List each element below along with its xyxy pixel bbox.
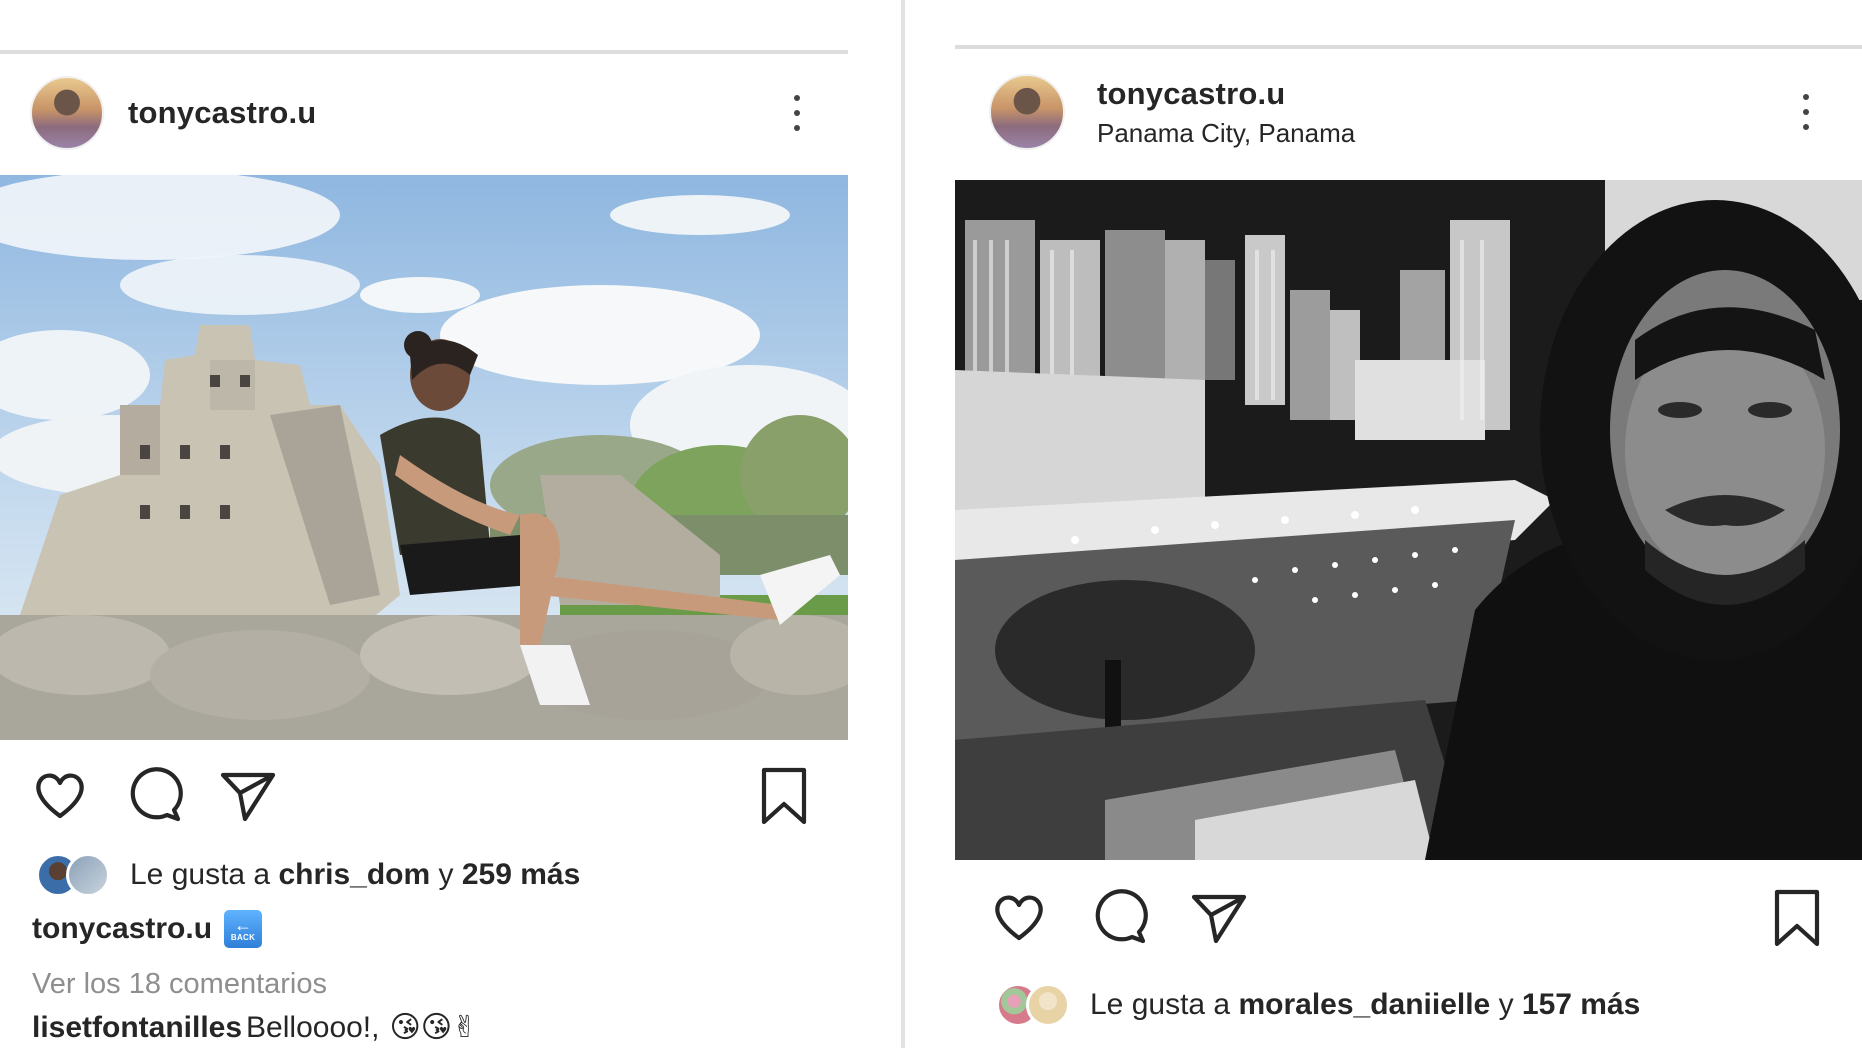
likes-prefix: Le gusta a bbox=[130, 858, 279, 891]
likes-prefix: Le gusta a bbox=[1090, 988, 1239, 1021]
post-username[interactable]: tonycastro.u bbox=[1097, 76, 1355, 112]
share-icon[interactable] bbox=[218, 766, 278, 826]
likes-more-count[interactable]: 157 más bbox=[1522, 988, 1640, 1021]
dot bbox=[794, 95, 800, 101]
liked-by-user[interactable]: morales_daniielle bbox=[1238, 988, 1490, 1021]
profile-avatar[interactable] bbox=[989, 74, 1065, 150]
post-card-left: tonycastro.u Le gusta a chris_dom y 259 … bbox=[0, 0, 848, 1048]
dot bbox=[794, 125, 800, 131]
profile-avatar[interactable] bbox=[30, 76, 104, 150]
post-location[interactable]: Panama City, Panama bbox=[1097, 118, 1355, 149]
liker-avatar bbox=[1026, 983, 1070, 1027]
more-options-icon[interactable] bbox=[1796, 90, 1816, 134]
likes-connector: y bbox=[1490, 988, 1522, 1021]
comment: lisetfontanilles Belloooo!, 😘😘✌ bbox=[32, 1010, 477, 1045]
view-comments-link[interactable]: Ver los 18 comentarios bbox=[32, 968, 327, 1001]
likes-text: Le gusta a chris_dom y 259 más bbox=[130, 858, 580, 892]
post-photo[interactable] bbox=[0, 175, 848, 740]
dot bbox=[1803, 109, 1809, 115]
comment-emoji: 😘😘✌ bbox=[389, 1010, 478, 1045]
bookmark-icon[interactable] bbox=[1767, 888, 1827, 948]
action-bar bbox=[955, 888, 1862, 948]
likes-connector: y bbox=[430, 858, 462, 891]
liked-by-user[interactable]: chris_dom bbox=[278, 858, 430, 891]
liker-avatar bbox=[66, 853, 110, 897]
back-arrow-glyph: ← bbox=[234, 914, 253, 935]
dot bbox=[794, 110, 800, 116]
top-divider bbox=[955, 45, 1862, 49]
photo-city-night-icon bbox=[955, 180, 1862, 860]
more-options-icon[interactable] bbox=[787, 91, 807, 135]
comment-username[interactable]: lisetfontanilles bbox=[32, 1011, 242, 1045]
likes-text: Le gusta a morales_daniielle y 157 más bbox=[1090, 988, 1640, 1022]
post-card-right: tonycastro.u Panama City, Panama Le gust… bbox=[955, 0, 1862, 1048]
comment-icon[interactable] bbox=[124, 766, 184, 826]
post-header: tonycastro.u Panama City, Panama bbox=[955, 72, 1862, 152]
heart-icon[interactable] bbox=[989, 888, 1049, 948]
back-badge-text: BACK bbox=[230, 932, 256, 942]
center-divider bbox=[901, 0, 905, 1048]
likes-more-count[interactable]: 259 más bbox=[462, 858, 580, 891]
comment-text: Belloooo!, bbox=[246, 1010, 380, 1044]
dot bbox=[1803, 94, 1809, 100]
action-bar bbox=[0, 766, 848, 826]
liker-avatars bbox=[996, 983, 1076, 1027]
likes-summary[interactable]: Le gusta a morales_daniielle y 157 más bbox=[955, 982, 1862, 1028]
caption: tonycastro.u ← BACK bbox=[32, 910, 263, 948]
photo-ruins-icon bbox=[0, 175, 848, 740]
post-username[interactable]: tonycastro.u bbox=[128, 95, 316, 131]
back-arrow-emoji-icon: ← BACK bbox=[224, 910, 263, 948]
post-header: tonycastro.u bbox=[0, 75, 848, 151]
liker-avatars bbox=[36, 853, 116, 897]
screenshot-canvas: tonycastro.u Le gusta a chris_dom y 259 … bbox=[0, 0, 1862, 1048]
caption-username[interactable]: tonycastro.u bbox=[32, 912, 212, 946]
header-text: tonycastro.u bbox=[128, 95, 316, 131]
heart-icon[interactable] bbox=[30, 766, 90, 826]
top-divider bbox=[0, 50, 848, 54]
post-photo[interactable] bbox=[955, 180, 1862, 860]
header-text: tonycastro.u Panama City, Panama bbox=[1097, 76, 1355, 149]
likes-summary[interactable]: Le gusta a chris_dom y 259 más bbox=[0, 852, 848, 898]
share-icon[interactable] bbox=[1189, 888, 1249, 948]
dot bbox=[1803, 124, 1809, 130]
bookmark-icon[interactable] bbox=[754, 766, 814, 826]
comment-icon[interactable] bbox=[1089, 888, 1149, 948]
